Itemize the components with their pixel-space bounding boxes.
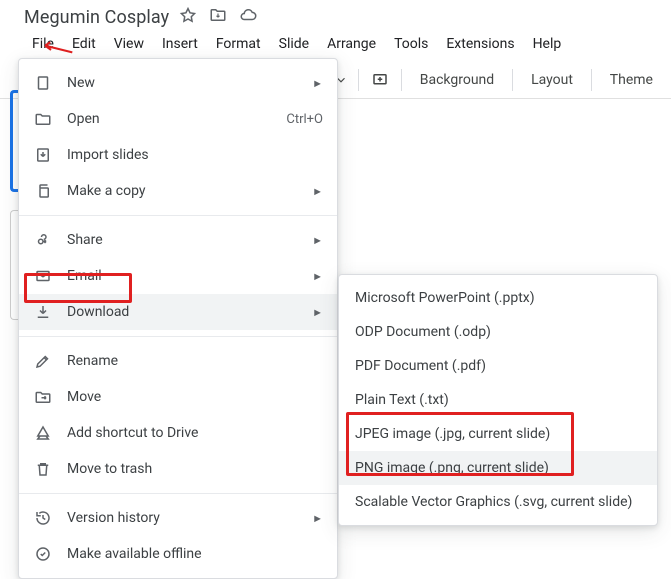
import-icon bbox=[33, 145, 53, 165]
menu-item-share[interactable]: Share ► bbox=[19, 222, 337, 258]
email-icon bbox=[33, 266, 53, 286]
folder-icon bbox=[33, 109, 53, 129]
menu-item-label: Import slides bbox=[67, 147, 323, 163]
history-icon bbox=[33, 508, 53, 528]
menu-extensions[interactable]: Extensions bbox=[438, 32, 522, 56]
drive-shortcut-icon bbox=[33, 423, 53, 443]
offline-icon bbox=[33, 544, 53, 564]
menu-item-email[interactable]: Email ► bbox=[19, 258, 337, 294]
theme-button[interactable]: Theme bbox=[602, 68, 661, 92]
copy-icon bbox=[33, 181, 53, 201]
menu-divider bbox=[19, 215, 337, 216]
submenu-item-odp[interactable]: ODP Document (.odp) bbox=[339, 315, 657, 349]
menu-item-import-slides[interactable]: Import slides bbox=[19, 137, 337, 173]
menu-insert[interactable]: Insert bbox=[154, 32, 206, 56]
new-file-icon bbox=[33, 73, 53, 93]
menu-item-label: Make a copy bbox=[67, 183, 298, 199]
submenu-item-txt[interactable]: Plain Text (.txt) bbox=[339, 383, 657, 417]
menu-item-label: Move to trash bbox=[67, 461, 323, 477]
menu-item-shortcut: Ctrl+O bbox=[286, 112, 323, 127]
menu-item-label: New bbox=[67, 75, 298, 91]
menu-item-new[interactable]: New ► bbox=[19, 65, 337, 101]
download-icon bbox=[33, 302, 53, 322]
menu-item-label: Make available offline bbox=[67, 546, 323, 562]
menu-item-move-to-trash[interactable]: Move to trash bbox=[19, 451, 337, 487]
menu-item-rename[interactable]: Rename bbox=[19, 343, 337, 379]
rename-icon bbox=[33, 351, 53, 371]
menu-item-label: Add shortcut to Drive bbox=[67, 425, 323, 441]
menu-item-move[interactable]: Move bbox=[19, 379, 337, 415]
menu-arrange[interactable]: Arrange bbox=[319, 32, 384, 56]
menu-item-label: Rename bbox=[67, 353, 323, 369]
toolbar-separator bbox=[358, 69, 359, 91]
layout-button[interactable]: Layout bbox=[523, 68, 581, 92]
document-title[interactable]: Megumin Cosplay bbox=[24, 7, 169, 28]
menu-tools[interactable]: Tools bbox=[386, 32, 436, 56]
submenu-item-pptx[interactable]: Microsoft PowerPoint (.pptx) bbox=[339, 281, 657, 315]
title-icons bbox=[179, 6, 257, 28]
menu-divider bbox=[19, 493, 337, 494]
submenu-arrow-icon: ► bbox=[312, 185, 323, 198]
submenu-item-png[interactable]: PNG image (.png, current slide) bbox=[339, 451, 657, 485]
comment-icon[interactable] bbox=[368, 71, 390, 89]
submenu-arrow-icon: ► bbox=[312, 270, 323, 283]
menu-item-version-history[interactable]: Version history ► bbox=[19, 500, 337, 536]
menu-slide[interactable]: Slide bbox=[271, 32, 317, 56]
submenu-arrow-icon: ► bbox=[312, 77, 323, 90]
background-button[interactable]: Background bbox=[412, 68, 502, 92]
move-icon bbox=[33, 387, 53, 407]
move-folder-icon[interactable] bbox=[209, 6, 227, 28]
submenu-arrow-icon: ► bbox=[312, 306, 323, 319]
toolbar-separator bbox=[591, 69, 592, 91]
share-icon bbox=[33, 230, 53, 250]
menu-item-open[interactable]: Open Ctrl+O bbox=[19, 101, 337, 137]
toolbar-separator bbox=[401, 69, 402, 91]
submenu-item-pdf[interactable]: PDF Document (.pdf) bbox=[339, 349, 657, 383]
star-icon[interactable] bbox=[179, 6, 197, 28]
download-submenu: Microsoft PowerPoint (.pptx) ODP Documen… bbox=[338, 274, 658, 526]
submenu-arrow-icon: ► bbox=[312, 234, 323, 247]
menu-item-label: Move bbox=[67, 389, 323, 405]
submenu-item-svg[interactable]: Scalable Vector Graphics (.svg, current … bbox=[339, 485, 657, 519]
menu-edit[interactable]: Edit bbox=[64, 32, 104, 56]
toolbar-separator bbox=[512, 69, 513, 91]
menu-file[interactable]: File bbox=[24, 32, 62, 56]
submenu-item-jpg[interactable]: JPEG image (.jpg, current slide) bbox=[339, 417, 657, 451]
menu-item-label: Open bbox=[67, 111, 272, 127]
menu-item-label: Share bbox=[67, 232, 298, 248]
menu-item-label: Version history bbox=[67, 510, 298, 526]
cloud-status-icon[interactable] bbox=[239, 6, 257, 28]
file-menu-dropdown: New ► Open Ctrl+O Import slides Make a c… bbox=[18, 58, 338, 579]
menu-item-label: Download bbox=[67, 304, 298, 320]
menu-item-label: Email bbox=[67, 268, 298, 284]
menu-format[interactable]: Format bbox=[208, 32, 269, 56]
menu-bar: File Edit View Insert Format Slide Arran… bbox=[0, 28, 671, 62]
menu-item-make-a-copy[interactable]: Make a copy ► bbox=[19, 173, 337, 209]
menu-item-add-shortcut[interactable]: Add shortcut to Drive bbox=[19, 415, 337, 451]
menu-divider bbox=[19, 336, 337, 337]
submenu-arrow-icon: ► bbox=[312, 512, 323, 525]
menu-item-offline[interactable]: Make available offline bbox=[19, 536, 337, 572]
title-bar: Megumin Cosplay bbox=[0, 0, 671, 28]
menu-item-download[interactable]: Download ► bbox=[19, 294, 337, 330]
menu-view[interactable]: View bbox=[106, 32, 152, 56]
menu-help[interactable]: Help bbox=[525, 32, 570, 56]
trash-icon bbox=[33, 459, 53, 479]
